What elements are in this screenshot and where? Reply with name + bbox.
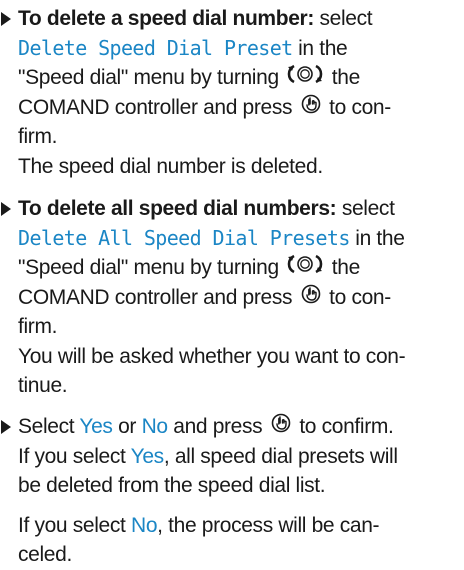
option-yes: Yes xyxy=(130,444,165,468)
step-text: in the xyxy=(298,36,348,60)
step-result: The speed dial number is deleted. xyxy=(18,154,323,178)
menu-item-delete-all-speed-dial-presets: Delete All Speed Dial Presets xyxy=(18,225,350,250)
step-text: in the xyxy=(355,226,405,250)
step-lead: To delete a speed dial number: xyxy=(18,7,315,30)
step-text: "Speed dial" menu by turning xyxy=(18,256,279,279)
step-select-yes-or-no: Select Yes or No and press to confirm. I… xyxy=(1,412,458,570)
controller-rotate-icon xyxy=(286,253,324,284)
controller-press-icon xyxy=(300,283,322,314)
step-text: the xyxy=(331,256,361,279)
step-text: firm. xyxy=(18,315,58,338)
option-yes: Yes xyxy=(79,415,113,438)
menu-item-delete-speed-dial-preset: Delete Speed Dial Preset xyxy=(18,35,293,60)
step-delete-speed-dial-number: To delete a speed dial number: select De… xyxy=(1,4,458,181)
step-delete-all-speed-dial-numbers: To delete all speed dial numbers: select… xyxy=(1,194,458,401)
step-text: select xyxy=(319,7,373,30)
step-text: , all speed dial presets will xyxy=(163,444,398,468)
bullet-arrow-icon xyxy=(1,420,11,434)
controller-press-icon xyxy=(300,93,322,124)
step-text: , the process will be can- xyxy=(157,513,380,537)
bullet-arrow-icon xyxy=(1,12,11,26)
step-text: the xyxy=(331,66,361,89)
step-text: to confirm. xyxy=(299,415,394,438)
option-no: No xyxy=(131,513,158,537)
step-text: and press xyxy=(173,415,263,438)
option-no: No xyxy=(141,415,169,438)
step-text: If you select xyxy=(18,513,126,537)
step-text: firm. xyxy=(18,125,58,148)
bullet-arrow-icon xyxy=(1,202,11,216)
step-text: be deleted from the speed dial list. xyxy=(18,474,326,497)
controller-rotate-icon xyxy=(286,63,324,94)
step-text: COMAND controller and press xyxy=(18,285,293,309)
step-text: to con- xyxy=(329,285,391,309)
step-text: to con- xyxy=(329,95,391,119)
manual-page: To delete a speed dial number: select De… xyxy=(0,0,464,566)
step-text: Select xyxy=(18,415,75,438)
step-lead: To delete all speed dial numbers: xyxy=(18,197,337,220)
step-text: or xyxy=(118,415,137,438)
step-result: tinue. xyxy=(18,374,68,397)
step-result: You will be asked whether you want to co… xyxy=(18,344,406,368)
step-text: If you select xyxy=(18,444,126,468)
step-text: select xyxy=(341,197,395,220)
step-text: COMAND controller and press xyxy=(18,95,293,119)
step-text: "Speed dial" menu by turning xyxy=(18,66,279,89)
controller-press-icon xyxy=(270,412,292,443)
